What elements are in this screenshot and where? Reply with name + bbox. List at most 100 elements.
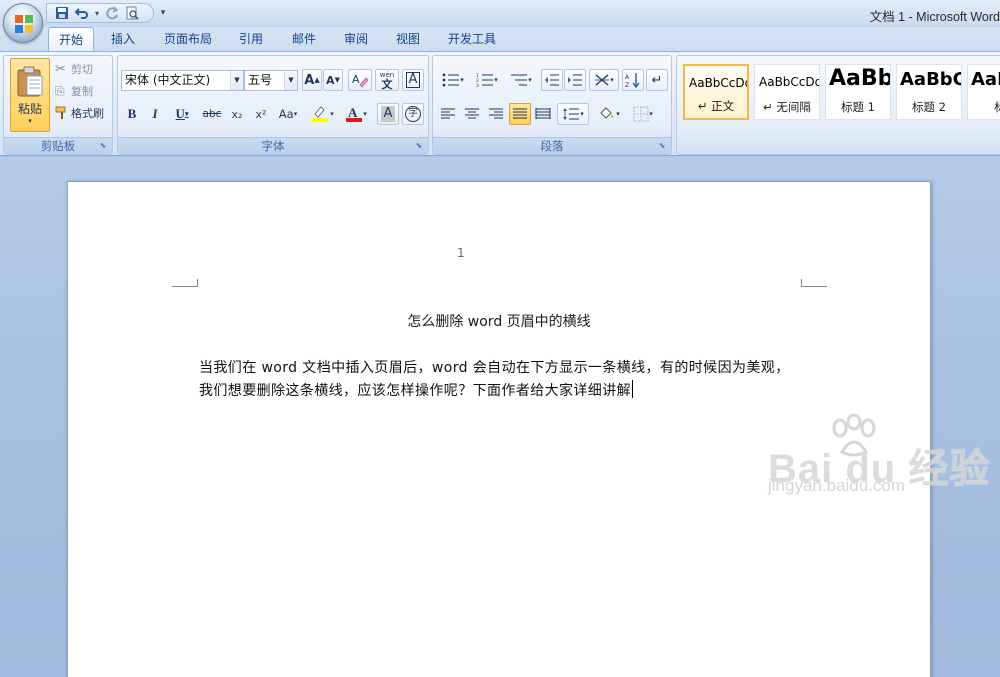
- align-center-button[interactable]: [461, 103, 483, 125]
- bold-icon: B: [127, 106, 137, 121]
- align-right-icon: [489, 108, 503, 119]
- body-line-1: 当我们在 word 文档中插入页眉后，word 会自动在下方显示一条横线，有的时…: [199, 360, 790, 376]
- increase-indent-button[interactable]: [564, 69, 586, 91]
- paste-icon: [17, 66, 43, 96]
- print-preview-icon[interactable]: [123, 4, 141, 22]
- svg-text:3: 3: [476, 83, 479, 87]
- character-shading-button[interactable]: A: [377, 103, 399, 125]
- style-name: 标题 2: [912, 100, 946, 114]
- cut-button[interactable]: ✂ 剪切: [54, 58, 110, 80]
- font-group-label: 字体: [118, 137, 428, 154]
- line-spacing-button[interactable]: ▾: [557, 103, 589, 125]
- customize-qat-icon[interactable]: ▾: [156, 4, 170, 22]
- paragraph-group: ▾ 1 2 3 ▾ ▾ ▾ AZ ↵ ▾ ▾ ▾ 段落 ⬊: [432, 55, 672, 155]
- numbering-button[interactable]: 1 2 3 ▾: [471, 69, 503, 91]
- subscript-button[interactable]: x₂: [226, 103, 248, 125]
- font-color-button[interactable]: A ▾: [340, 103, 372, 125]
- style-heading-1[interactable]: AaBb 标题 1: [825, 64, 891, 120]
- strikethrough-button[interactable]: abc: [200, 103, 224, 125]
- copy-button[interactable]: ⎘ 复制: [54, 80, 110, 102]
- decrease-indent-button[interactable]: [541, 69, 563, 91]
- character-border-button[interactable]: A: [402, 69, 424, 91]
- tab-review[interactable]: 审阅: [333, 27, 379, 51]
- redo-icon[interactable]: [103, 4, 121, 22]
- phonetic-char: 文: [381, 78, 393, 91]
- italic-button[interactable]: I: [145, 103, 165, 125]
- shrink-font-button[interactable]: A ▼: [323, 69, 343, 91]
- bullets-button[interactable]: ▾: [437, 69, 469, 91]
- superscript-button[interactable]: x²: [250, 103, 272, 125]
- grow-font-button[interactable]: A ▲: [302, 69, 322, 91]
- style-sample: AaE: [971, 69, 1000, 90]
- distributed-button[interactable]: [532, 103, 554, 125]
- show-marks-button[interactable]: ↵: [646, 69, 668, 91]
- align-left-icon: [441, 108, 455, 119]
- svg-text:A: A: [625, 74, 630, 81]
- bullets-icon: [442, 73, 460, 87]
- undo-dropdown-icon[interactable]: ▾: [93, 4, 101, 22]
- bold-button[interactable]: B: [122, 103, 142, 125]
- chinese-layout-button[interactable]: ▾: [589, 69, 619, 91]
- paint-bucket-icon: [600, 107, 614, 119]
- tab-mailings[interactable]: 邮件: [281, 27, 327, 51]
- styles-group: AaBbCcDd ↵ 正文 AaBbCcDd ↵ 无间隔 AaBb 标题 1 A…: [676, 55, 1000, 155]
- tab-home[interactable]: 开始: [48, 27, 94, 51]
- underline-button[interactable]: U ▾: [168, 103, 196, 125]
- strikethrough-icon: abc: [202, 108, 222, 120]
- font-size-select[interactable]: 五号 ▼: [244, 70, 298, 91]
- document-heading: 怎么删除 word 页眉中的横线: [407, 314, 591, 330]
- clipboard-launcher-icon[interactable]: ⬊: [98, 141, 108, 151]
- grow-font-icon: A: [304, 72, 315, 88]
- align-left-button[interactable]: [437, 103, 459, 125]
- style-name: 标题 1: [841, 100, 875, 114]
- style-sample: AaBb: [829, 66, 891, 91]
- multilevel-list-button[interactable]: ▾: [505, 69, 537, 91]
- ribbon-tabs: 开始 插入 页面布局 引用 邮件 审阅 视图 开发工具: [0, 27, 1000, 51]
- body-line-2: 我们想要删除这条横线，应该怎样操作呢？下面作者给大家详细讲解: [199, 383, 631, 399]
- copy-label: 复制: [71, 85, 93, 98]
- subscript-icon: x₂: [231, 107, 243, 121]
- style-no-spacing[interactable]: AaBbCcDd ↵ 无间隔: [754, 64, 820, 120]
- align-right-button[interactable]: [485, 103, 507, 125]
- paragraph-launcher-icon[interactable]: ⬊: [657, 141, 667, 151]
- save-icon[interactable]: [53, 4, 71, 22]
- tab-references[interactable]: 引用: [228, 27, 274, 51]
- tab-view[interactable]: 视图: [385, 27, 431, 51]
- clear-format-button[interactable]: A: [348, 69, 372, 91]
- superscript-icon: x²: [255, 107, 267, 121]
- svg-text:A: A: [352, 73, 360, 86]
- tab-page-layout[interactable]: 页面布局: [156, 27, 220, 51]
- crop-mark-left: [172, 279, 198, 287]
- tab-developer[interactable]: 开发工具: [440, 27, 504, 51]
- highlight-button[interactable]: ▾: [306, 103, 338, 125]
- distributed-icon: [535, 108, 551, 119]
- font-family-select[interactable]: 宋体 (中文正文) ▼: [121, 70, 244, 91]
- font-launcher-icon[interactable]: ⬊: [414, 141, 424, 151]
- style-heading-2[interactable]: AaBbC 标题 2: [896, 64, 962, 120]
- font-size-value: 五号: [248, 73, 273, 87]
- shrink-font-icon: A: [326, 73, 335, 87]
- change-case-button[interactable]: Aa ▾: [274, 103, 302, 125]
- justify-button[interactable]: [509, 103, 531, 125]
- shading-button[interactable]: ▾: [593, 103, 625, 125]
- enclose-characters-icon: 字: [405, 106, 421, 122]
- borders-button[interactable]: ▾: [627, 103, 659, 125]
- highlighter-icon: [311, 106, 329, 122]
- office-button[interactable]: [3, 3, 43, 43]
- style-normal[interactable]: AaBbCcDd ↵ 正文: [683, 64, 749, 120]
- window-title: 文档 1 - Microsoft Word: [869, 10, 1000, 24]
- style-name: ↵ 无间隔: [763, 100, 811, 114]
- paste-dropdown-icon[interactable]: ▾: [28, 117, 32, 125]
- character-shading-icon: A: [380, 106, 396, 122]
- phonetic-guide-button[interactable]: wén 文: [375, 69, 399, 91]
- text-cursor: [632, 380, 633, 398]
- enclose-characters-button[interactable]: 字: [402, 103, 424, 125]
- tab-insert[interactable]: 插入: [100, 27, 146, 51]
- format-painter-button[interactable]: 格式刷: [54, 102, 112, 124]
- sort-button[interactable]: AZ: [622, 69, 644, 91]
- pilcrow-icon: ↵: [651, 72, 663, 88]
- underline-icon: U: [175, 106, 185, 121]
- undo-icon[interactable]: [73, 4, 91, 22]
- paste-button[interactable]: 粘贴 ▾: [10, 58, 50, 132]
- style-title[interactable]: AaE 标: [967, 64, 1000, 120]
